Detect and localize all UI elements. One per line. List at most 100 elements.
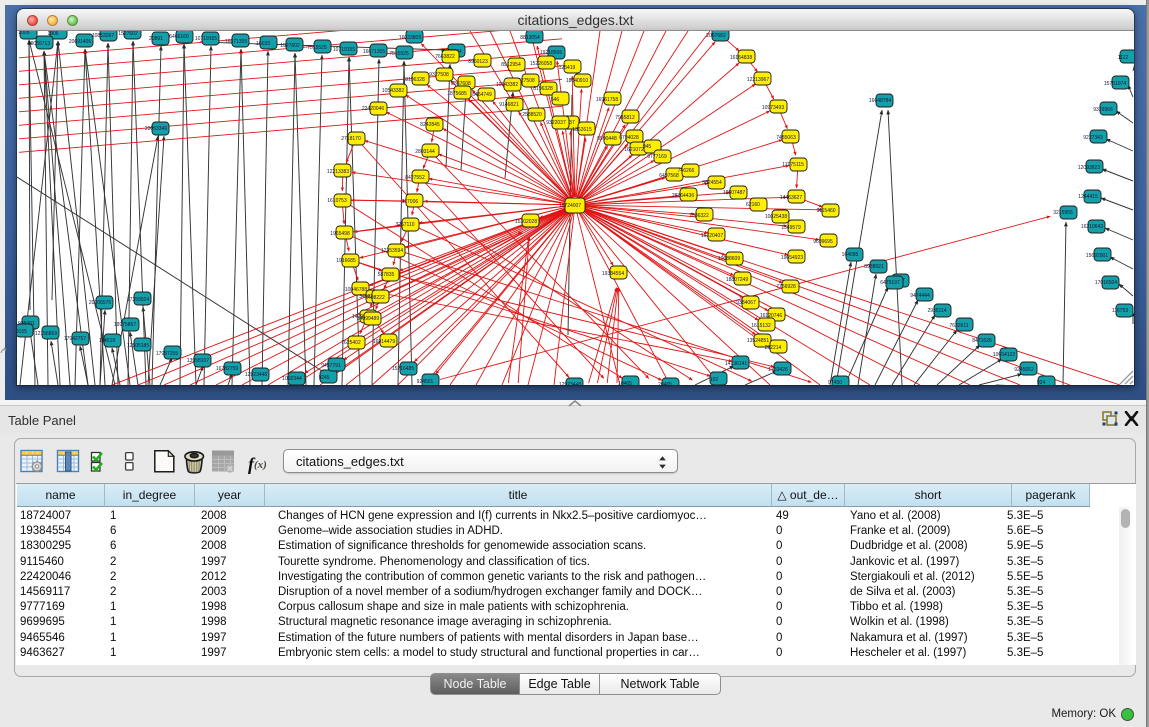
svg-text:8938921: 8938921 [864,264,884,270]
svg-text:9457791: 9457791 [321,363,341,369]
svg-text:2005: 2005 [18,31,29,36]
svg-text:20053346: 20053346 [145,126,167,132]
svg-text:17942757: 17942757 [64,336,86,342]
svg-text:12923448: 12923448 [559,382,581,385]
svg-text:12093823: 12093823 [1078,165,1100,171]
svg-text:16671355: 16671355 [363,49,385,55]
svg-text:8242845: 8242845 [420,122,440,128]
svg-text:2087682: 2087682 [706,33,726,39]
svg-text:17975115: 17975115 [782,162,804,168]
svg-text:252214: 252214 [765,345,782,351]
svg-text:19384554: 19384554 [602,271,624,277]
svg-text:14136141: 14136141 [725,361,747,367]
svg-text:7756928: 7756928 [776,284,796,290]
svg-text:20891: 20891 [149,36,163,42]
svg-text:7485063: 7485063 [776,135,796,141]
svg-text:9146821: 9146821 [499,102,519,108]
svg-text:14463627: 14463627 [780,195,802,201]
svg-text:7632611: 7632611 [949,323,968,329]
svg-text:3215955: 3215955 [1053,210,1073,216]
svg-text:10025438: 10025438 [765,214,787,220]
svg-text:1112: 1112 [1118,55,1129,61]
svg-text:9227343: 9227343 [1083,135,1103,141]
svg-text:1875685: 1875685 [447,91,467,97]
svg-text:10543382: 10543382 [382,88,404,94]
svg-text:9699695: 9699695 [813,239,833,245]
svg-text:10973493: 10973493 [762,105,784,111]
svg-text:10688609: 10688609 [718,256,740,262]
svg-text:587835: 587835 [378,272,395,278]
svg-text:1733426: 1733426 [768,367,788,373]
svg-text:9329966: 9329966 [1093,107,1113,113]
svg-text:19654923: 19654923 [781,255,803,261]
svg-text:8196328: 8196328 [405,77,425,83]
svg-text:2803144: 2803144 [415,149,435,155]
svg-text:9327508: 9327508 [429,72,449,78]
svg-text:8960123: 8960123 [468,59,488,65]
svg-text:8990448: 8990448 [597,136,617,142]
svg-text:12213967: 12213967 [747,77,769,83]
svg-text:16648784: 16648784 [869,98,891,104]
svg-text:1244415: 1244415 [1078,194,1098,200]
svg-text:8471626: 8471626 [972,338,992,344]
svg-text:15716485: 15716485 [392,366,414,372]
svg-text:117006: 117006 [402,199,419,205]
svg-text:12505185: 12505185 [127,343,149,349]
svg-text:12353594: 12353594 [381,248,403,254]
svg-text:9322037: 9322037 [546,120,566,126]
svg-text:17957255: 17957255 [156,351,178,357]
svg-text:10465: 10465 [618,381,632,385]
svg-text:1965498: 1965498 [330,231,350,237]
svg-text:20691406: 20691406 [69,39,91,45]
svg-text:1916685: 1916685 [336,258,356,264]
svg-text:1621072: 1621072 [624,147,644,153]
svg-text:7386322: 7386322 [689,213,709,219]
svg-text:13524851: 13524851 [747,338,769,344]
svg-text:16210643: 16210643 [1081,224,1103,230]
svg-text:6794028: 6794028 [619,135,639,141]
svg-text:2718170: 2718170 [341,136,361,142]
svg-text:924501: 924501 [417,379,434,385]
svg-text:20364436: 20364436 [672,193,694,199]
svg-text:116753: 116753 [1112,308,1129,314]
svg-text:1527602: 1527602 [118,31,138,37]
svg-text:1615132: 1615132 [751,323,771,329]
svg-text:8813054: 8813054 [520,35,540,41]
svg-text:97450: 97450 [828,380,842,385]
svg-text:8912954: 8912954 [501,62,521,68]
svg-text:15302028: 15302028 [515,219,537,225]
svg-text:9777169: 9777169 [647,154,667,160]
svg-text:17359924: 17359924 [127,297,149,303]
svg-text:1349579: 1349579 [781,225,801,231]
svg-text:18807249: 18807249 [726,277,748,283]
svg-text:17016504: 17016504 [1095,280,1117,286]
svg-text:114519: 114519 [99,338,116,344]
svg-text:1527602: 1527602 [280,43,300,49]
svg-text:16961758: 16961758 [596,97,618,103]
svg-text:7515525: 7515525 [389,51,409,57]
svg-text:9474444: 9474444 [910,293,930,299]
svg-text:19218506: 19218506 [540,50,562,56]
svg-text:8196328: 8196328 [533,86,553,92]
svg-text:16914479: 16914479 [373,339,395,345]
svg-text:62160: 62160 [746,202,760,208]
svg-text:746266: 746266 [678,168,695,174]
svg-text:9115460: 9115460 [816,208,835,214]
svg-text:125419: 125419 [559,65,576,71]
svg-text:1362615: 1362615 [572,127,592,133]
svg-text:10719155: 10719155 [333,47,355,53]
svg-text:9245652: 9245652 [1014,367,1034,373]
svg-text:20206576: 20206576 [89,300,111,306]
svg-text:9245: 9245 [318,375,329,381]
svg-text:14099489: 14099489 [357,316,379,322]
svg-text:3267110: 3267110 [395,222,414,228]
svg-text:8427552: 8427552 [405,175,425,181]
svg-text:12923448: 12923448 [245,372,267,378]
svg-text:10853267: 10853267 [92,33,114,39]
svg-text:(x): (x) [254,459,267,471]
svg-text:18640910: 18640910 [566,78,588,84]
svg-text:15226058: 15226058 [530,61,552,67]
svg-text:16033: 16033 [256,41,270,47]
svg-text:18724007: 18724007 [559,203,581,209]
svg-text:10807487: 10807487 [723,190,745,196]
